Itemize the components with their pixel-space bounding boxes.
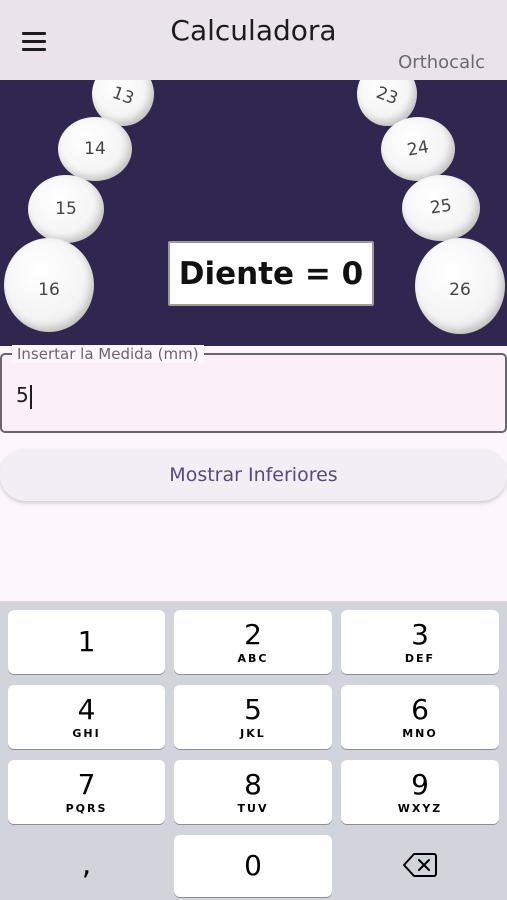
key-7[interactable]: 7 PQRS [8, 760, 165, 824]
text-caret [29, 384, 32, 409]
key-4[interactable]: 4 GHI [8, 685, 165, 749]
tooth-24[interactable]: 24 [381, 117, 455, 181]
backspace-icon [403, 853, 437, 877]
measure-input[interactable]: 5 [16, 383, 32, 409]
measure-input-value: 5 [16, 383, 29, 407]
tooth-result-display: Diente = 0 [168, 241, 374, 306]
tooth-25[interactable]: 25 [402, 175, 480, 241]
tooth-14[interactable]: 14 [58, 117, 132, 181]
app-subtitle: Orthocalc [398, 52, 485, 73]
key-8[interactable]: 8 TUV [174, 760, 332, 824]
key-comma[interactable]: , [8, 835, 165, 895]
key-1[interactable]: 1 [8, 610, 165, 674]
key-0[interactable]: 0 [174, 835, 332, 897]
tooth-26[interactable]: 26 [415, 238, 505, 334]
measure-field-label: Insertar la Medida (mm) [12, 345, 204, 363]
page-title: Calculadora [170, 14, 337, 47]
key-6[interactable]: 6 MNO [341, 685, 499, 749]
measure-field[interactable]: Insertar la Medida (mm) 5 [0, 345, 507, 433]
show-lower-button[interactable]: Mostrar Inferiores [0, 449, 507, 501]
tooth-16[interactable]: 16 [4, 238, 94, 332]
key-5[interactable]: 5 JKL [174, 685, 332, 749]
numeric-keyboard: 1 2 ABC 3 DEF 4 GHI 5 JKL 6 MNO 7 PQRS 8… [0, 601, 507, 900]
key-3[interactable]: 3 DEF [341, 610, 499, 674]
key-9[interactable]: 9 WXYZ [341, 760, 499, 824]
app-bar: Calculadora Orthocalc [0, 0, 507, 80]
key-backspace[interactable] [341, 835, 499, 895]
teeth-diagram: 13 14 15 16 23 24 25 26 Diente = 0 [0, 80, 507, 346]
key-2[interactable]: 2 ABC [174, 610, 332, 674]
tooth-15[interactable]: 15 [28, 175, 104, 243]
